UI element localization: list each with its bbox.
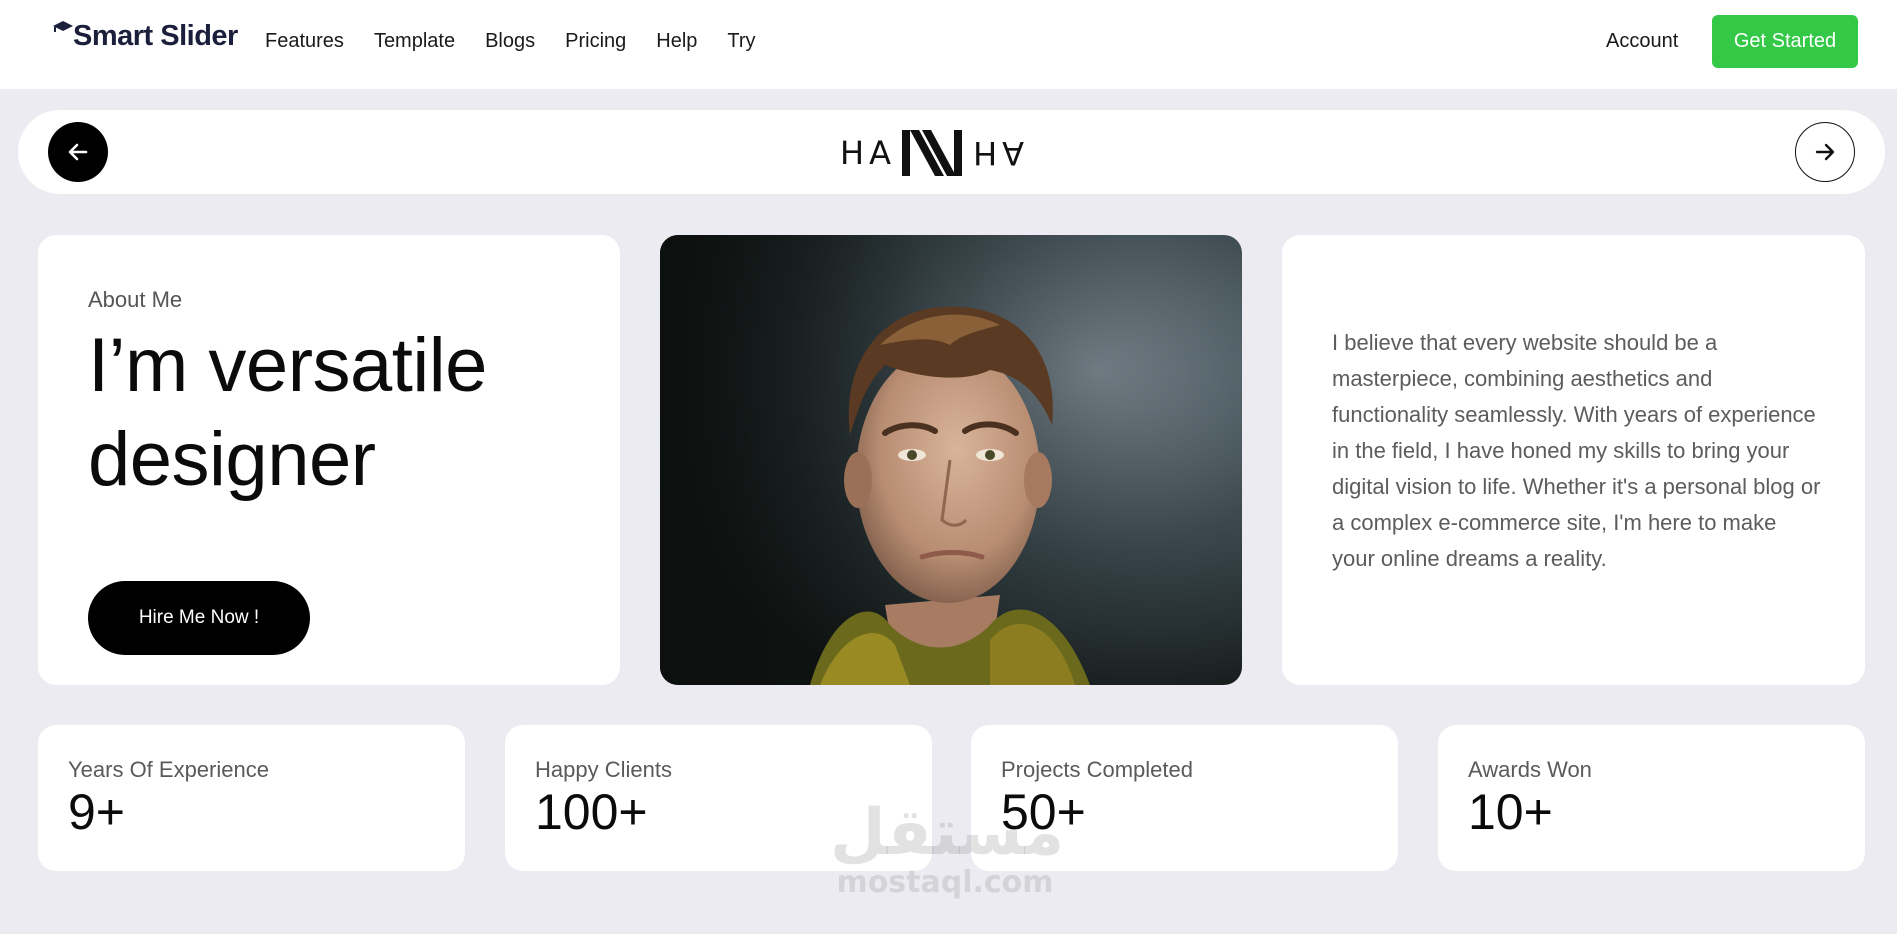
logo-n-mark bbox=[902, 130, 962, 176]
hannah-logo: HA AH bbox=[832, 127, 1032, 179]
nav-link-features[interactable]: Features bbox=[265, 30, 344, 53]
stat-value: 100+ bbox=[535, 784, 648, 840]
slider-header: HA AH bbox=[18, 110, 1885, 194]
previous-slide-button[interactable] bbox=[48, 122, 108, 182]
portrait-photo bbox=[660, 235, 1242, 685]
account-link[interactable]: Account bbox=[1606, 30, 1678, 53]
brand-logo[interactable]: Smart Slider bbox=[53, 20, 238, 53]
logo-text-right: AH bbox=[968, 134, 1024, 172]
nav-link-pricing[interactable]: Pricing bbox=[565, 30, 626, 53]
nav-link-blogs[interactable]: Blogs bbox=[485, 30, 535, 53]
portrait-image bbox=[660, 235, 1242, 685]
logo-text-right-value: AH bbox=[968, 134, 1024, 172]
stat-card-clients: Happy Clients 100+ bbox=[505, 725, 932, 871]
arrow-left-icon bbox=[68, 143, 88, 161]
get-started-button[interactable]: Get Started bbox=[1712, 15, 1858, 68]
next-slide-button[interactable] bbox=[1795, 122, 1855, 182]
stat-value: 10+ bbox=[1468, 784, 1553, 840]
stat-label: Happy Clients bbox=[535, 757, 672, 782]
stat-card-experience: Years Of Experience 9+ bbox=[38, 725, 465, 871]
nav-link-try[interactable]: Try bbox=[727, 30, 755, 53]
stat-card-awards: Awards Won 10+ bbox=[1438, 725, 1865, 871]
stat-label: Years Of Experience bbox=[68, 757, 269, 782]
graduation-cap-icon bbox=[53, 20, 73, 52]
brand-name: Smart Slider bbox=[73, 20, 238, 52]
main-nav: Features Template Blogs Pricing Help Try bbox=[265, 30, 756, 53]
about-label: About Me bbox=[88, 287, 183, 312]
bio-paragraph: I believe that every website should be a… bbox=[1332, 330, 1821, 571]
logo-text-left: HA bbox=[840, 134, 896, 172]
stat-value: 9+ bbox=[68, 784, 126, 840]
stat-label: Projects Completed bbox=[1001, 757, 1193, 782]
stat-card-projects: Projects Completed 50+ bbox=[971, 725, 1398, 871]
watermark-latin: mostaql.com bbox=[836, 865, 1054, 900]
about-card: About Me I’m versatile designer Hire Me … bbox=[38, 235, 620, 685]
stat-value: 50+ bbox=[1001, 784, 1086, 840]
bio-card: I believe that every website should be a… bbox=[1282, 235, 1865, 685]
top-navbar: Smart Slider Features Template Blogs Pri… bbox=[0, 0, 1897, 89]
stat-label: Awards Won bbox=[1468, 757, 1592, 782]
nav-link-template[interactable]: Template bbox=[374, 30, 455, 53]
arrow-right-icon bbox=[1815, 143, 1835, 161]
about-heading: I’m versatile designer bbox=[88, 323, 487, 502]
hire-me-button[interactable]: Hire Me Now ! bbox=[88, 581, 310, 655]
nav-link-help[interactable]: Help bbox=[656, 30, 697, 53]
